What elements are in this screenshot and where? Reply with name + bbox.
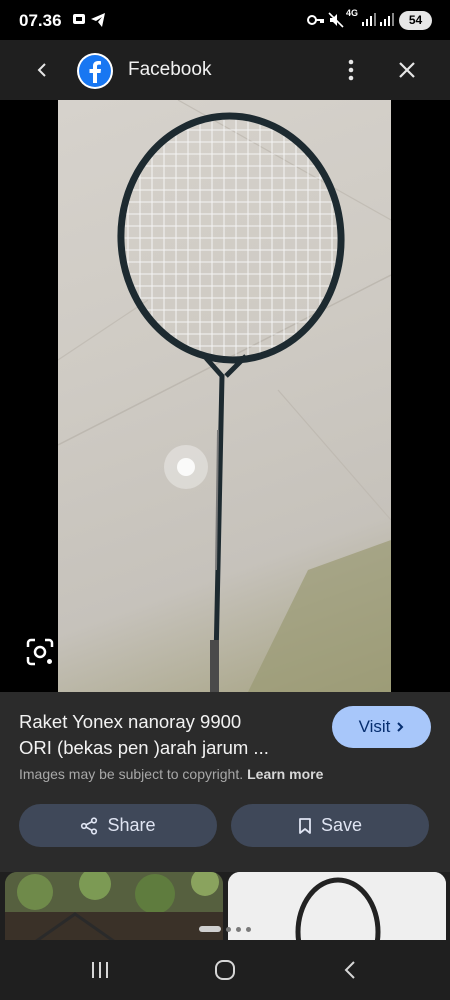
- home-icon: [215, 960, 235, 980]
- system-nav-bar: [0, 940, 450, 1000]
- pager-dot: [226, 926, 231, 932]
- result-title-line-2: ORI (bekas pen )arah jarum ...: [19, 737, 269, 758]
- close-button[interactable]: [391, 54, 423, 86]
- google-lens-button[interactable]: [24, 636, 56, 668]
- telegram-icon: [90, 12, 106, 33]
- source-site-name: Facebook: [128, 59, 212, 80]
- image-pager: [0, 922, 450, 936]
- racket-photo[interactable]: [58, 100, 391, 692]
- result-title-line-1: Raket Yonex nanoray 9900: [19, 711, 242, 732]
- back-arrow-icon: [37, 63, 46, 77]
- copyright-text: Images may be subject to copyright.: [19, 766, 244, 782]
- more-options-button[interactable]: [335, 54, 367, 86]
- signal-icon-2: [380, 12, 394, 31]
- visit-button-label: Visit: [358, 717, 391, 736]
- pager-dot: [246, 926, 251, 932]
- close-icon: [399, 62, 415, 78]
- vpn-key-icon: [307, 13, 325, 31]
- system-back-button[interactable]: [330, 954, 370, 986]
- share-button-label: Share: [107, 815, 156, 835]
- visit-button[interactable]: Visit: [332, 706, 431, 748]
- chevron-right-icon: [397, 722, 404, 732]
- learn-more-link[interactable]: Learn more: [247, 766, 323, 782]
- share-icon: [81, 816, 98, 835]
- image-preview-area: [0, 100, 450, 692]
- facebook-logo-icon: [77, 53, 113, 89]
- result-info-panel: Raket Yonex nanoray 9900 ORI (bekas pen …: [0, 692, 450, 872]
- recent-apps-icon: [92, 962, 108, 978]
- lens-icon: [26, 638, 54, 666]
- share-button[interactable]: Share: [19, 804, 217, 847]
- status-time: 07.36: [19, 11, 62, 30]
- result-title[interactable]: Raket Yonex nanoray 9900 ORI (bekas pen …: [19, 709, 319, 761]
- status-bar: 07.36 4G 54: [0, 0, 450, 40]
- battery-indicator: 54: [399, 11, 432, 30]
- mute-icon: [328, 12, 344, 33]
- pager-dot: [236, 926, 241, 932]
- save-button-label: Save: [320, 815, 363, 835]
- pager-dot-active: [199, 926, 221, 932]
- network-type: 4G: [346, 8, 359, 18]
- notification-icon: [72, 12, 86, 31]
- back-chevron-icon: [344, 961, 355, 979]
- recent-apps-button[interactable]: [80, 954, 120, 986]
- copyright-notice: Images may be subject to copyright. Learn…: [19, 766, 323, 782]
- back-button[interactable]: [26, 54, 58, 86]
- more-vert-icon: [348, 59, 354, 81]
- app-header: Facebook: [0, 40, 450, 100]
- signal-icon: [362, 12, 376, 31]
- bookmark-icon: [299, 817, 311, 834]
- home-button[interactable]: [205, 954, 245, 986]
- save-button[interactable]: Save: [231, 804, 429, 847]
